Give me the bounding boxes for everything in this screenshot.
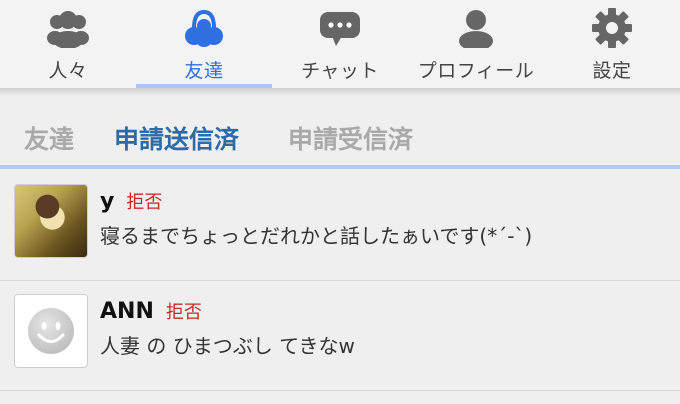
friends-icon xyxy=(182,6,226,50)
nav-label: プロフィール xyxy=(417,60,535,82)
nav-label: 設定 xyxy=(592,60,632,82)
nav-label: 人々 xyxy=(48,60,88,82)
tab-divider xyxy=(0,165,680,169)
top-navigation: 人々 友達 チャット プロフィール 設定 xyxy=(0,0,680,88)
tab-received-requests[interactable]: 申請受信済 xyxy=(288,120,413,156)
tab-friends[interactable]: 友達 xyxy=(24,120,74,156)
nav-label: チャット xyxy=(301,60,379,82)
person-icon xyxy=(454,6,498,50)
name-row: y 拒否 xyxy=(100,188,162,214)
nav-item-friends[interactable]: 友達 xyxy=(136,0,272,88)
people-icon xyxy=(46,6,90,50)
nav-item-profile[interactable]: プロフィール xyxy=(408,0,544,88)
nav-item-settings[interactable]: 設定 xyxy=(544,0,680,88)
name-row: ANN 拒否 xyxy=(100,298,202,324)
user-message: 人妻 の ひまつぶし てきなw xyxy=(100,334,355,358)
tab-sent-requests[interactable]: 申請送信済 xyxy=(114,120,239,156)
nav-item-people[interactable]: 人々 xyxy=(0,0,136,88)
avatar[interactable] xyxy=(14,184,88,258)
reject-button[interactable]: 拒否 xyxy=(166,298,202,324)
list-item[interactable]: ANN 拒否 人妻 の ひまつぶし てきなw xyxy=(0,282,680,391)
smiley-avatar-icon xyxy=(28,308,74,354)
user-message: 寝るまでちょっとだれかと話したぁいです(*´-`) xyxy=(100,224,533,248)
sub-tabs: 友達 申請送信済 申請受信済 xyxy=(0,96,680,164)
user-name: ANN xyxy=(100,299,154,324)
avatar[interactable] xyxy=(14,294,88,368)
chat-bubble-icon xyxy=(318,6,362,50)
nav-item-chat[interactable]: チャット xyxy=(272,0,408,88)
user-name: y xyxy=(100,189,115,214)
reject-button[interactable]: 拒否 xyxy=(126,188,162,214)
nav-label: 友達 xyxy=(184,60,224,82)
gear-icon xyxy=(590,6,634,50)
list-item[interactable]: y 拒否 寝るまでちょっとだれかと話したぁいです(*´-`) xyxy=(0,172,680,281)
nav-shadow xyxy=(0,88,680,96)
